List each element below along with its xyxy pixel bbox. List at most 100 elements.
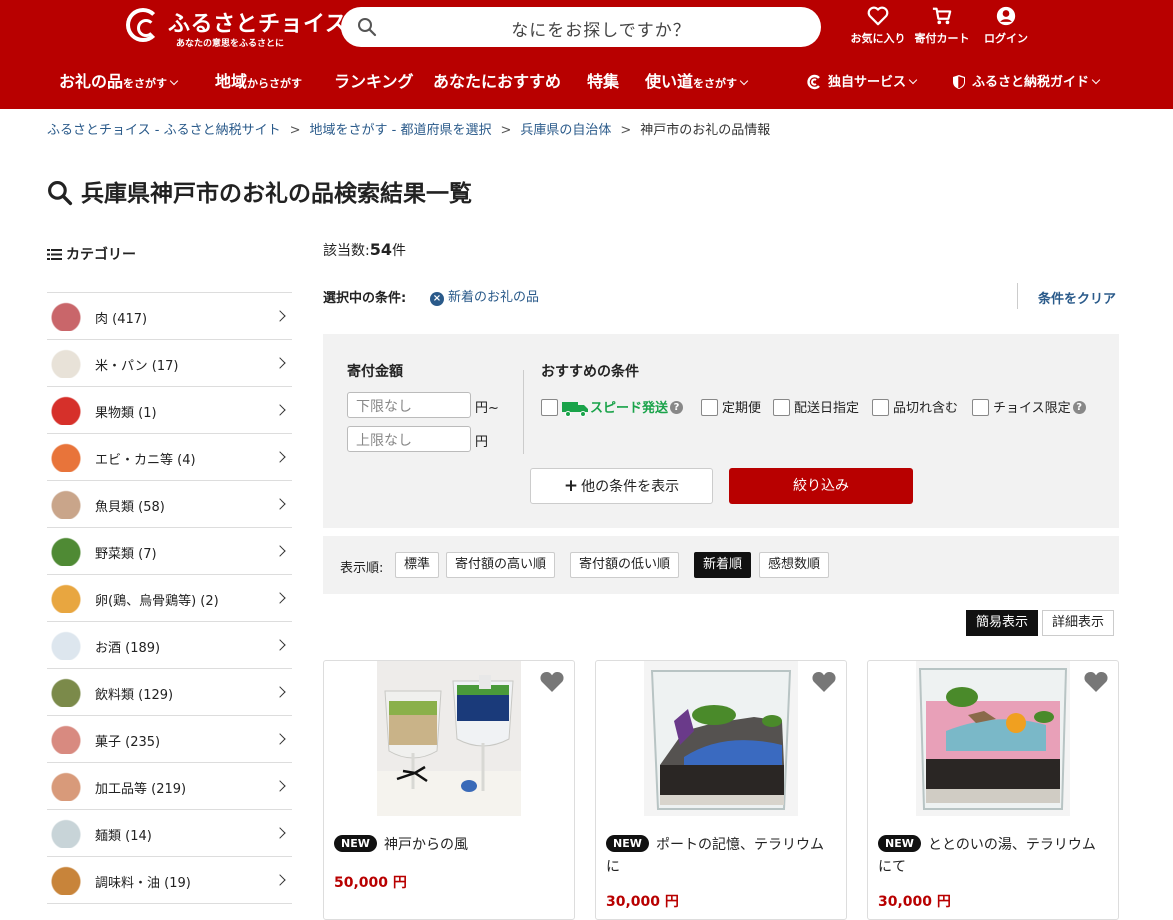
product-image[interactable] <box>916 661 1070 816</box>
product-card[interactable]: NEW ポートの記憶、テラリウムに 30,000 円 <box>595 660 847 920</box>
min-amount-input[interactable]: 下限なし <box>347 392 471 418</box>
speed-shipping-checkbox[interactable]: スピード発送? <box>541 397 684 417</box>
subscription-checkbox[interactable]: 定期便 <box>701 397 761 417</box>
category-item[interactable]: 米・パン (17) <box>47 340 292 387</box>
simple-view-button[interactable]: 簡易表示 <box>966 610 1039 636</box>
chevron-right-icon: > <box>500 123 512 138</box>
category-thumbnail <box>47 818 85 848</box>
help-icon[interactable]: ? <box>1072 401 1086 414</box>
category-item[interactable]: 調味料・油 (19) <box>47 857 292 904</box>
nav-ranking[interactable]: ランキング <box>334 68 414 94</box>
product-card[interactable]: NEW ととのいの湯、テラリウムにて 30,000 円 <box>867 660 1119 920</box>
product-title[interactable]: ととのいの湯、テラリウムにて <box>878 834 1108 878</box>
category-heading: カテゴリー <box>47 244 136 264</box>
chevron-right-icon <box>274 451 286 463</box>
category-thumbnail <box>47 301 85 331</box>
list-icon <box>47 248 62 260</box>
category-label: 飲料類 (129) <box>95 688 174 703</box>
nav-gifts[interactable]: お礼の品をさがす <box>59 68 179 94</box>
category-item[interactable]: エビ・カニ等 (4) <box>47 434 292 481</box>
nav-usage[interactable]: 使い道をさがす <box>645 68 749 94</box>
category-thumbnail <box>47 536 85 566</box>
category-list: 肉 (417) 米・パン (17) 果物類 (1) エビ・カニ等 (4) 魚貝類 (58… <box>47 292 292 904</box>
category-item[interactable]: 菓子 (235) <box>47 716 292 763</box>
sort-bar: 表示順: 標準 寄付額の高い順 寄付額の低い順 新着順 感想数順 <box>323 536 1119 594</box>
product-image[interactable] <box>644 661 798 816</box>
category-item[interactable]: 麺類 (14) <box>47 810 292 857</box>
help-icon[interactable]: ? <box>670 401 684 414</box>
product-title[interactable]: 神戸からの風 <box>334 834 564 856</box>
category-thumbnail <box>47 771 85 801</box>
cart-icon <box>932 7 952 25</box>
chevron-right-icon <box>274 357 286 369</box>
divider <box>523 370 524 454</box>
breadcrumb-link-prefecture[interactable]: 兵庫県の自治体 <box>520 123 611 138</box>
amount-label: 寄付金額 <box>347 364 403 380</box>
sort-newest-button[interactable]: 新着順 <box>694 552 752 578</box>
heart-icon[interactable] <box>810 669 838 695</box>
choice-limited-checkbox[interactable]: チョイス限定? <box>972 397 1086 417</box>
product-card[interactable]: NEW 神戸からの風 50,000 円 <box>323 660 575 920</box>
nav-region[interactable]: 地域からさがす <box>215 68 302 94</box>
category-thumbnail <box>47 442 85 472</box>
category-item[interactable]: 肉 (417) <box>47 293 292 340</box>
nav-recommend[interactable]: あなたにおすすめ <box>433 68 561 94</box>
category-label: エビ・カニ等 (4) <box>95 453 196 468</box>
nav-original-services[interactable]: 独自サービス <box>806 71 918 91</box>
category-thumbnail <box>47 724 85 754</box>
shield-icon <box>953 74 965 89</box>
cart-link[interactable]: 寄付カート <box>907 6 977 46</box>
chevron-down-icon <box>1091 75 1101 85</box>
chevron-right-icon <box>274 639 286 651</box>
search-input[interactable]: なにをお探しですか？ <box>381 16 821 41</box>
category-thumbnail <box>47 583 85 613</box>
category-item[interactable]: 魚貝類 (58) <box>47 481 292 528</box>
chevron-right-icon <box>274 592 286 604</box>
search-icon <box>48 180 73 205</box>
breadcrumb-link-region[interactable]: 地域をさがす - 都道府県を選択 <box>309 123 491 138</box>
selected-condition-tag[interactable]: × 新着のお礼の品 <box>430 286 539 306</box>
chevron-down-icon <box>908 75 918 85</box>
search-icon[interactable] <box>357 17 377 37</box>
category-item[interactable]: 卵(鶏、烏骨鶏等) (2) <box>47 575 292 622</box>
close-icon[interactable]: × <box>430 292 444 306</box>
category-item[interactable]: 飲料類 (129) <box>47 669 292 716</box>
sort-low-button[interactable]: 寄付額の低い順 <box>570 552 680 578</box>
narrow-down-button[interactable]: 絞り込み <box>729 468 913 504</box>
sort-standard-button[interactable]: 標準 <box>395 552 440 578</box>
category-label: 野菜類 (7) <box>95 547 157 562</box>
heart-icon[interactable] <box>538 669 566 695</box>
product-title[interactable]: ポートの記憶、テラリウムに <box>606 834 836 878</box>
category-label: 菓子 (235) <box>95 735 161 750</box>
detail-view-button[interactable]: 詳細表示 <box>1042 610 1115 636</box>
sort-high-button[interactable]: 寄付額の高い順 <box>446 552 556 578</box>
search-bar[interactable]: なにをお探しですか？ <box>341 7 821 47</box>
choice-logo-icon <box>126 8 160 42</box>
category-item[interactable]: お酒 (189) <box>47 622 292 669</box>
heart-icon[interactable] <box>1082 669 1110 695</box>
nav-guide[interactable]: ふるさと納税ガイド <box>952 71 1101 91</box>
show-more-conditions-button[interactable]: + 他の条件を表示 <box>530 468 713 504</box>
favorites-link[interactable]: お気に入り <box>843 6 913 46</box>
category-item[interactable]: 野菜類 (7) <box>47 528 292 575</box>
site-logo[interactable]: ふるさとチョイス あなたの意思をふるさとに <box>126 6 347 50</box>
category-item[interactable]: 加工品等 (219) <box>47 763 292 810</box>
category-label: お酒 (189) <box>95 641 161 656</box>
category-item[interactable]: 果物類 (1) <box>47 387 292 434</box>
clear-conditions-link[interactable]: 条件をクリア <box>1038 288 1116 307</box>
category-label: 果物類 (1) <box>95 406 157 421</box>
chevron-right-icon <box>274 733 286 745</box>
product-image[interactable] <box>377 661 521 816</box>
breadcrumb-link-home[interactable]: ふるさとチョイス - ふるさと納税サイト <box>47 123 281 138</box>
chevron-down-icon <box>739 76 749 86</box>
divider <box>1017 283 1018 309</box>
nav-features[interactable]: 特集 <box>587 68 619 94</box>
result-count: 該当数:54件 <box>323 240 406 259</box>
chevron-right-icon <box>274 827 286 839</box>
sort-reviews-button[interactable]: 感想数順 <box>759 552 830 578</box>
max-amount-input[interactable]: 上限なし <box>347 426 471 452</box>
delivery-date-checkbox[interactable]: 配送日指定 <box>773 397 859 417</box>
product-price: 30,000 円 <box>606 894 679 910</box>
include-soldout-checkbox[interactable]: 品切れ含む <box>872 397 958 417</box>
login-link[interactable]: ログイン <box>971 6 1041 46</box>
